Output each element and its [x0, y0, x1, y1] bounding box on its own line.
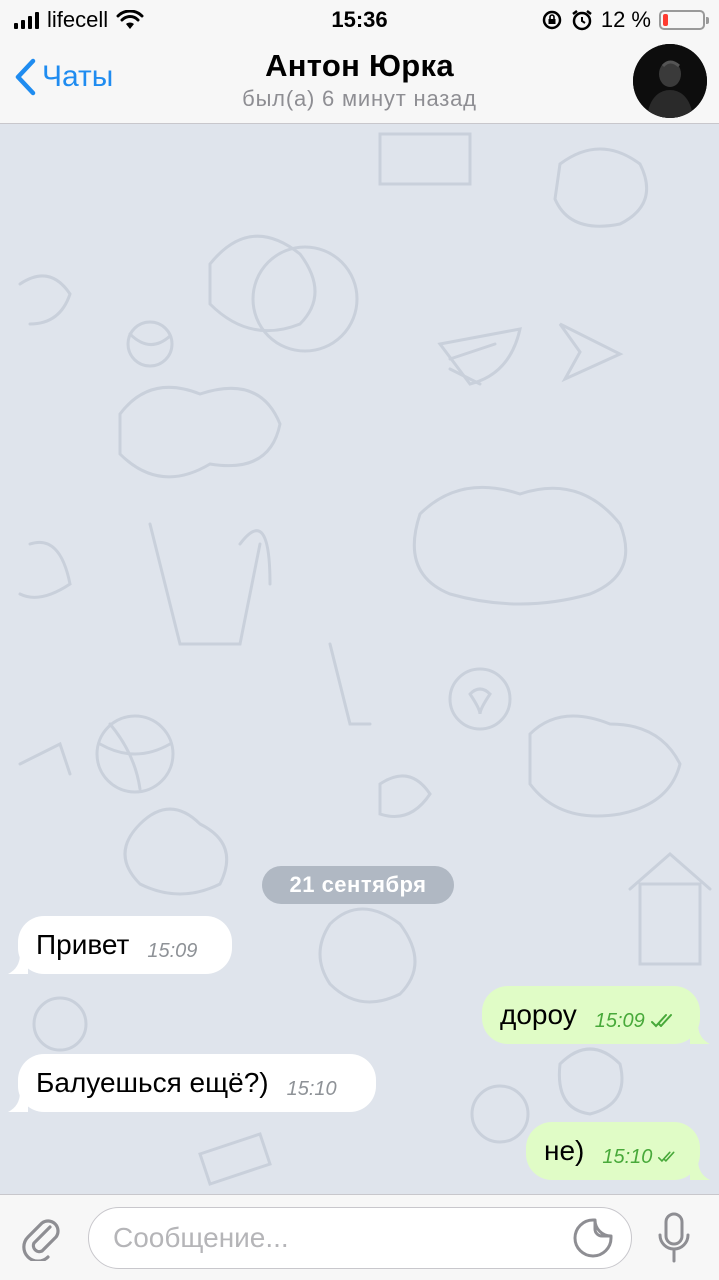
message-text: дороу [500, 999, 577, 1030]
battery-icon [659, 10, 709, 30]
double-check-icon [650, 1014, 672, 1028]
carrier-label: lifecell [47, 7, 109, 32]
message-input-bar [0, 1194, 719, 1280]
message-time: 15:09 [594, 1009, 645, 1032]
message-text: Привет [36, 929, 130, 960]
message-incoming[interactable]: Балуешься ещё?) 15:10 [8, 1054, 376, 1112]
back-chevron-icon [15, 58, 36, 96]
back-label: Чаты [42, 60, 114, 93]
battery-level [663, 14, 668, 26]
chat-title: Антон Юрка [265, 48, 454, 83]
chat-header: Чаты Антон Юрка был(а) 6 минут назад [0, 40, 719, 124]
last-seen-status: был(а) 6 минут назад [242, 86, 477, 111]
signal-icon [14, 11, 39, 29]
date-separator: 21 сентября [262, 866, 454, 904]
bubble-tail [8, 1092, 28, 1112]
microphone-icon[interactable] [656, 1211, 692, 1265]
message-time: 15:10 [286, 1077, 337, 1100]
message-time: 15:10 [602, 1145, 653, 1168]
bubble-tail [690, 1024, 710, 1044]
message-incoming[interactable]: Привет 15:09 [8, 916, 232, 974]
double-check-icon [658, 1151, 675, 1163]
message-outgoing[interactable]: не) 15:10 [526, 1122, 710, 1180]
message-time: 15:09 [147, 939, 198, 962]
bubble-tail [690, 1160, 710, 1180]
status-bar-left: lifecell [14, 7, 144, 33]
status-bar-right: 12 % [541, 7, 709, 33]
message-input[interactable] [88, 1207, 632, 1269]
back-button[interactable]: Чаты [14, 58, 113, 96]
sticker-icon[interactable] [572, 1217, 614, 1259]
avatar[interactable] [633, 44, 707, 118]
paperclip-icon[interactable] [20, 1215, 66, 1261]
wifi-icon [116, 10, 144, 29]
bubble-tail [8, 954, 28, 974]
message-text: не) [544, 1135, 585, 1166]
status-bar: lifecell 15:36 12 % [0, 0, 719, 40]
battery-percent: 12 % [600, 7, 651, 32]
rotation-lock-icon [542, 10, 562, 30]
chat-area[interactable]: 21 сентября Привет 15:09 дороу 15:09 Бал… [0, 124, 719, 1194]
chat-title-block[interactable]: Антон Юрка был(а) 6 минут назад [150, 48, 569, 112]
avatar-photo [633, 44, 707, 118]
message-text: Балуешься ещё?) [36, 1067, 269, 1098]
message-outgoing[interactable]: дороу 15:09 [482, 986, 710, 1044]
alarm-icon [572, 10, 592, 31]
